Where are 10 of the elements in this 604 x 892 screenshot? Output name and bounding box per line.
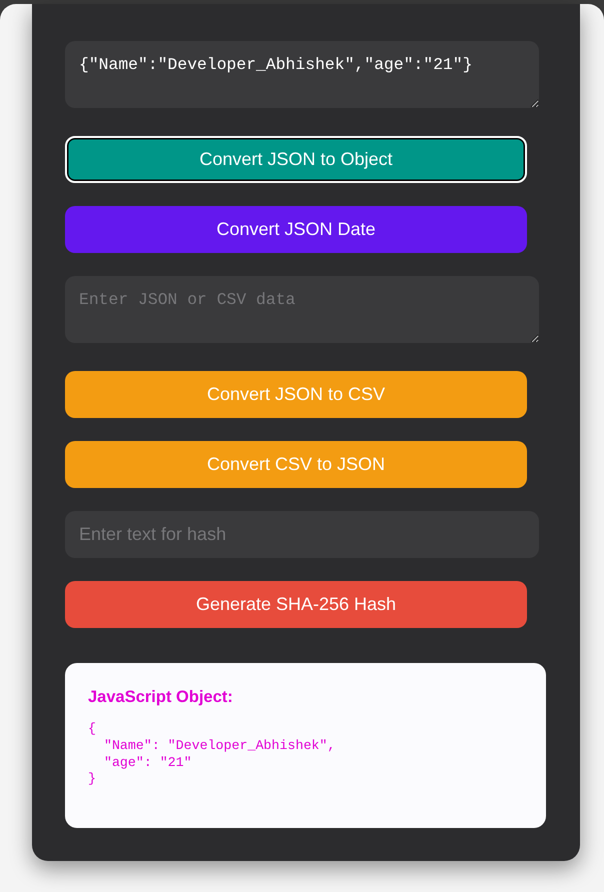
textarea-field[interactable]: Enter JSON or CSV data: [65, 276, 539, 343]
action-button[interactable]: Convert JSON Date: [65, 206, 527, 253]
textarea-field[interactable]: {"Name":"Developer_Abhishek","age":"21"}: [65, 41, 539, 108]
text-input-field[interactable]: Enter text for hash: [65, 511, 539, 558]
output-title: JavaScript Object:: [88, 687, 234, 708]
output-code: { "Name": "Developer_Abhishek", "age": "21" }: [88, 721, 336, 788]
action-button[interactable]: Convert JSON to Object: [65, 136, 527, 183]
action-button[interactable]: Convert JSON to CSV: [65, 371, 527, 418]
action-button[interactable]: Convert CSV to JSON: [65, 441, 527, 488]
action-button[interactable]: Generate SHA-256 Hash: [65, 581, 527, 628]
